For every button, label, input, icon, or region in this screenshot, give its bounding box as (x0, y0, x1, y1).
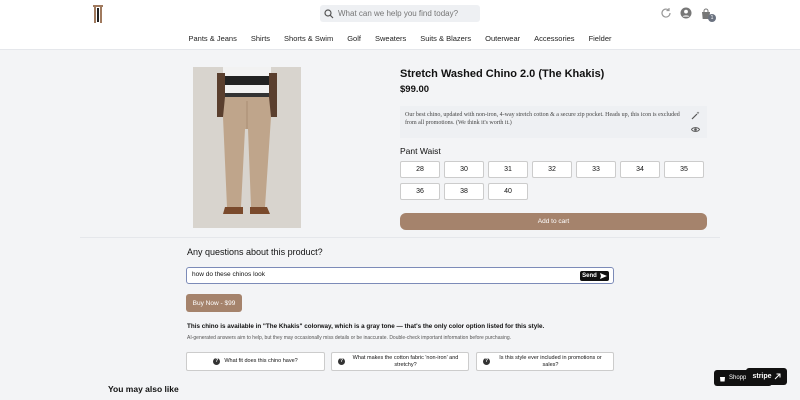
size-option-30[interactable]: 30 (444, 161, 484, 178)
search-icon (324, 8, 334, 18)
search-bar[interactable] (320, 5, 480, 22)
ai-answer-text: This chino is available in "The Khakis" … (187, 323, 545, 330)
size-option-32[interactable]: 32 (532, 161, 572, 178)
expand-arrow-icon (774, 373, 781, 380)
nav-fielder[interactable]: Fielder (582, 34, 619, 43)
model-wearing-chinos-image (193, 67, 301, 228)
size-option-38[interactable]: 38 (444, 183, 484, 200)
nav-pants-jeans[interactable]: Pants & Jeans (181, 34, 243, 43)
suggested-question-fit[interactable]: ? What fit does this chino have? (186, 352, 325, 371)
question-icon: ? (213, 358, 221, 365)
suggested-question-label: What fit does this chino have? (224, 358, 298, 365)
ai-disclaimer-text: AI-generated answers aim to help, but th… (187, 335, 512, 341)
send-label: Send (582, 273, 597, 279)
product-image[interactable] (193, 67, 301, 228)
section-divider (80, 237, 720, 238)
you-may-also-like-heading: You may also like (108, 384, 179, 394)
product-description-text: Our best chino, updated with non-iron, 4… (405, 112, 680, 127)
eye-icon[interactable] (691, 125, 700, 134)
account-icon[interactable] (680, 7, 692, 19)
nav-outerwear[interactable]: Outerwear (478, 34, 527, 43)
size-option-33[interactable]: 33 (576, 161, 616, 178)
send-button[interactable]: Send (580, 271, 609, 281)
question-icon: ? (483, 358, 490, 365)
product-price: $99.00 (400, 84, 430, 95)
size-option-34[interactable]: 34 (620, 161, 660, 178)
cart-count-badge: 1 (708, 14, 716, 22)
question-input[interactable] (192, 271, 572, 278)
product-description: Our best chino, updated with non-iron, 4… (400, 106, 707, 138)
magic-wand-icon[interactable] (691, 111, 700, 120)
refresh-icon[interactable] (660, 7, 672, 19)
stripe-label: stripe (752, 373, 772, 380)
questions-heading: Any questions about this product? (187, 247, 323, 257)
nav-sweaters[interactable]: Sweaters (368, 34, 413, 43)
nav-shorts-swim[interactable]: Shorts & Swim (277, 34, 340, 43)
size-option-40[interactable]: 40 (488, 183, 528, 200)
site-header: 1 (0, 0, 800, 28)
question-icon: ? (338, 358, 345, 365)
shopping-assistant-label: Shopp (729, 375, 747, 381)
suggested-question-promotions[interactable]: ? Is this style ever included in promoti… (476, 352, 614, 371)
nav-accessories[interactable]: Accessories (527, 34, 581, 43)
size-option-28[interactable]: 28 (400, 161, 440, 178)
cart-button[interactable]: 1 (700, 7, 716, 22)
stripe-badge[interactable]: stripe (746, 368, 787, 385)
suggested-question-fabric[interactable]: ? What makes the cotton fabric 'non-iron… (331, 352, 469, 371)
suggested-question-label: Is this style ever included in promotion… (499, 354, 602, 368)
suggested-question-label: What makes the cotton fabric 'non-iron' … (352, 354, 459, 368)
send-arrow-icon (599, 273, 607, 279)
size-selector: 28 30 31 32 33 34 35 36 38 40 (400, 161, 710, 200)
nav-shirts[interactable]: Shirts (244, 34, 277, 43)
product-title: Stretch Washed Chino 2.0 (The Khakis) (400, 68, 605, 80)
buy-now-button[interactable]: Buy Now - $99 (186, 294, 242, 312)
size-option-31[interactable]: 31 (488, 161, 528, 178)
size-option-36[interactable]: 36 (400, 183, 440, 200)
pant-waist-label: Pant Waist (400, 146, 441, 156)
question-input-box[interactable]: Send (186, 267, 614, 284)
add-to-cart-button[interactable]: Add to cart (400, 213, 707, 230)
shopping-bag-icon (720, 376, 725, 381)
search-input[interactable] (338, 9, 473, 18)
nav-suits-blazers[interactable]: Suits & Blazers (413, 34, 478, 43)
main-navigation: Pants & Jeans Shirts Shorts & Swim Golf … (0, 28, 800, 50)
nav-golf[interactable]: Golf (340, 34, 368, 43)
size-option-35[interactable]: 35 (664, 161, 704, 178)
brand-logo[interactable] (92, 4, 104, 24)
